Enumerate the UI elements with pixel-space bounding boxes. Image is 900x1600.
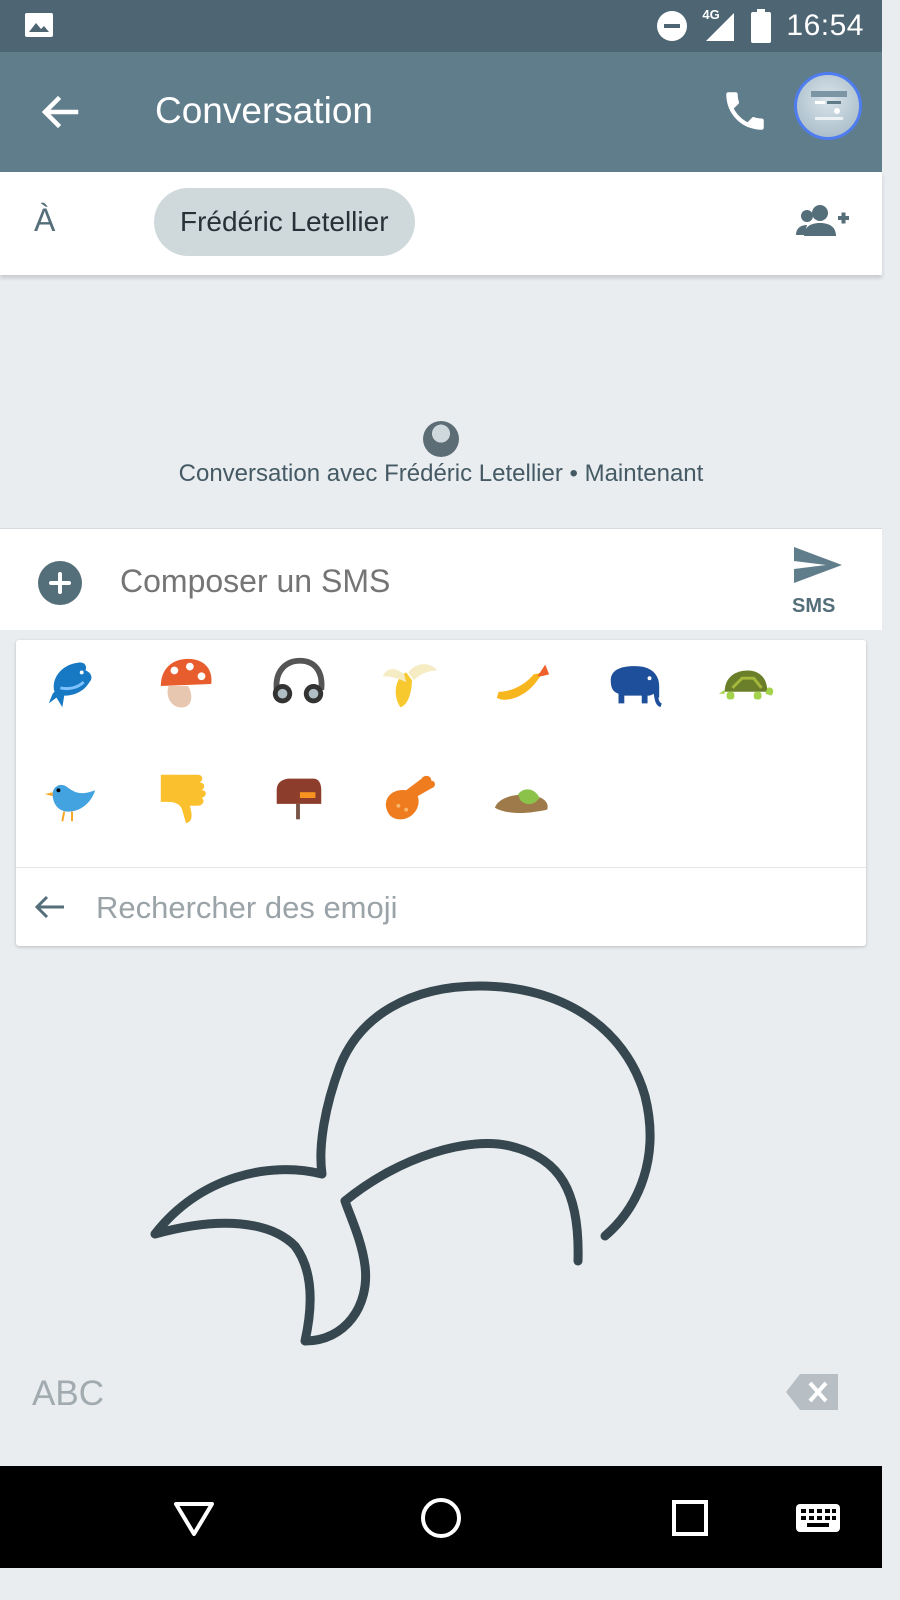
banana-emoji[interactable]: [370, 644, 450, 724]
page-title: Conversation: [155, 90, 374, 131]
turtle-emoji[interactable]: [706, 644, 786, 724]
emoji-panel: [16, 640, 866, 946]
conversation-info: Conversation avec Frédéric Letellier • M…: [178, 460, 704, 487]
thumbs-down-emoji[interactable]: [146, 758, 226, 838]
to-label: À: [34, 202, 56, 238]
message-input[interactable]: [120, 563, 720, 600]
emoji-grid: [16, 640, 866, 866]
keyboard-bottom-row: ABC: [0, 1366, 882, 1466]
status-bar: 4G 16:54: [0, 0, 882, 52]
send-sms-label[interactable]: SMS: [792, 595, 835, 618]
recipient-chip[interactable]: Frédéric Letellier: [154, 188, 415, 256]
fried-shrimp-emoji[interactable]: [482, 644, 562, 724]
back-arrow-icon[interactable]: [32, 892, 66, 922]
home-circle-icon[interactable]: [417, 1494, 465, 1542]
avatar[interactable]: [794, 72, 862, 140]
do-not-disturb-icon: [657, 11, 688, 41]
keyboard-icon[interactable]: [794, 1494, 842, 1542]
backspace-icon[interactable]: [786, 1372, 840, 1412]
dolphin-emoji[interactable]: [32, 644, 112, 724]
emoji-search-bar: [16, 867, 866, 946]
recipient-row: À Frédéric Letellier: [0, 172, 882, 275]
sandal-emoji[interactable]: [482, 758, 562, 838]
elephant-emoji[interactable]: [594, 644, 674, 724]
battery-icon: [751, 9, 772, 43]
back-triangle-icon[interactable]: [170, 1494, 218, 1542]
headphones-emoji[interactable]: [258, 644, 338, 724]
contact-avatar[interactable]: [423, 421, 459, 457]
clock: 16:54: [786, 9, 864, 42]
app-bar: Conversation: [0, 52, 882, 172]
mushroom-emoji[interactable]: [146, 644, 226, 724]
mailbox-emoji[interactable]: [258, 758, 338, 838]
add-person-icon[interactable]: [794, 202, 850, 242]
conversation-area: Conversation avec Frédéric Letellier • M…: [0, 280, 882, 528]
avatar-image: [811, 91, 847, 120]
handwriting-canvas[interactable]: [0, 946, 882, 1366]
image-icon: [25, 13, 53, 37]
signal-icon: 4G: [702, 7, 736, 43]
navigation-bar: [0, 1466, 882, 1568]
emoji-search-input[interactable]: [96, 886, 796, 930]
add-attachment-icon[interactable]: [38, 561, 82, 605]
recents-square-icon[interactable]: [666, 1494, 714, 1542]
poultry-leg-emoji[interactable]: [370, 758, 450, 838]
send-icon[interactable]: [790, 543, 844, 587]
abc-key[interactable]: ABC: [32, 1374, 104, 1414]
back-arrow-icon[interactable]: [36, 88, 84, 136]
bird-emoji[interactable]: [32, 758, 112, 838]
phone-icon[interactable]: [720, 86, 770, 136]
compose-bar: SMS: [0, 528, 882, 630]
handwriting-stroke: [150, 981, 655, 1346]
